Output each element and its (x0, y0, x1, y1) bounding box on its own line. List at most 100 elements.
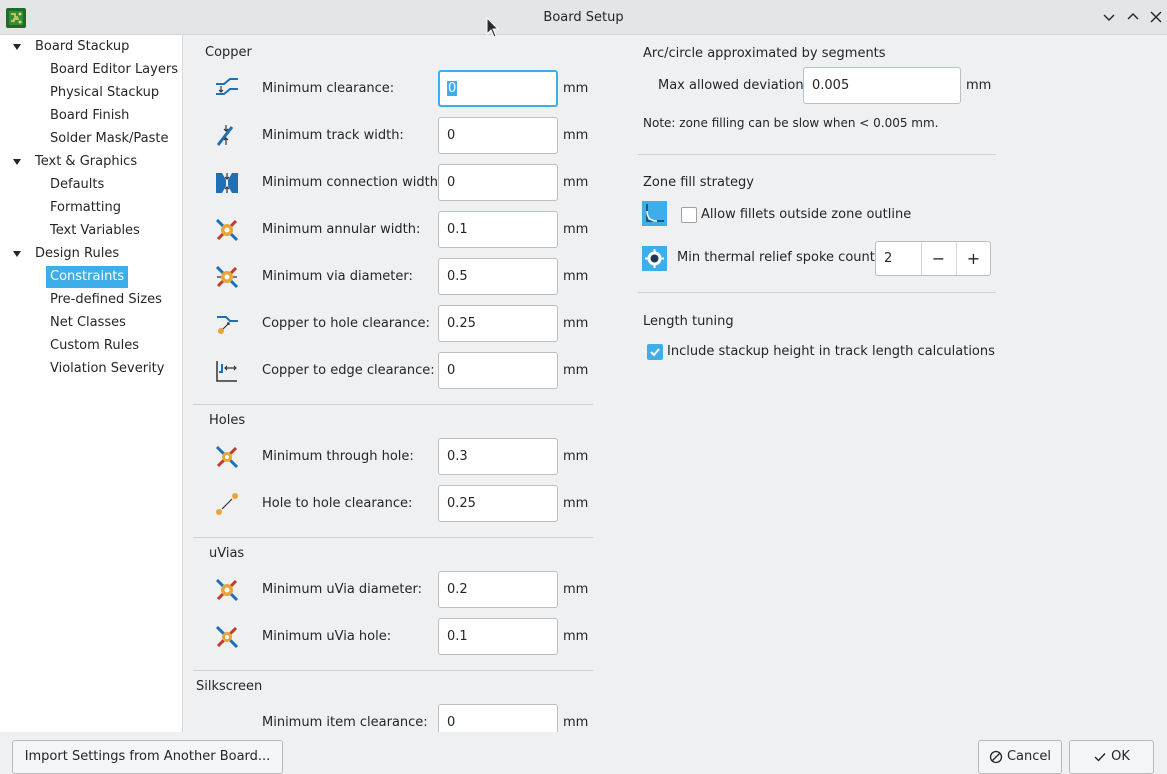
close-button[interactable] (1148, 9, 1164, 25)
check-icon (1094, 752, 1106, 762)
min-uvia-diameter-input[interactable]: 0.2 (438, 571, 558, 608)
hole-to-hole-icon (216, 493, 238, 515)
via-diameter-icon (215, 265, 239, 289)
tree-item-constraints[interactable]: Constraints (46, 266, 129, 288)
tree-item-physical-stackup[interactable]: Physical Stackup (46, 82, 163, 104)
min-uvia-hole-label: Minimum uVia hole: (262, 629, 392, 644)
unit-label: mm (563, 81, 589, 96)
arc-section-title: Arc/circle approximated by segments (643, 46, 886, 61)
unit-label: mm (563, 629, 589, 644)
unit-label: mm (563, 496, 589, 511)
unit-label: mm (563, 175, 589, 190)
maximize-button[interactable] (1125, 9, 1141, 25)
unit-label: mm (966, 78, 992, 93)
min-annular-width-label: Minimum annular width: (262, 222, 421, 237)
section-divider (638, 292, 996, 293)
silkscreen-section-title: Silkscreen (196, 679, 263, 694)
unit-label: mm (563, 449, 589, 464)
min-connection-width-input[interactable]: 0 (438, 164, 558, 201)
hole-to-hole-clearance-input[interactable]: 0.25 (438, 485, 558, 522)
expand-arrow-icon[interactable] (12, 157, 22, 167)
spoke-count-value[interactable]: 2 (884, 242, 892, 275)
settings-tree: Board Stackup Board Editor Layers Physic… (0, 35, 183, 732)
min-through-hole-input[interactable]: 0.3 (438, 438, 558, 475)
tree-item-formatting[interactable]: Formatting (46, 197, 125, 219)
min-connection-width-label: Minimum connection width: (262, 175, 443, 190)
section-divider (193, 670, 593, 671)
unit-label: mm (563, 363, 589, 378)
ok-label: OK (1111, 749, 1130, 764)
tree-item-custom-rules[interactable]: Custom Rules (46, 335, 143, 357)
min-via-diameter-input[interactable]: 0.5 (438, 258, 558, 295)
tree-item-predefined-sizes[interactable]: Pre-defined Sizes (46, 289, 166, 311)
min-uvia-hole-input[interactable]: 0.1 (438, 618, 558, 655)
edge-clearance-icon (216, 361, 237, 382)
ok-button[interactable]: OK (1069, 740, 1154, 774)
increment-button[interactable]: + (956, 242, 990, 275)
tree-item-board-stackup[interactable]: Board Stackup (31, 36, 133, 58)
through-hole-icon (215, 445, 239, 469)
cancel-button[interactable]: Cancel (978, 740, 1062, 774)
expand-arrow-icon[interactable] (12, 249, 22, 259)
unit-label: mm (563, 222, 589, 237)
section-divider (193, 537, 593, 538)
import-settings-button[interactable]: Import Settings from Another Board... (12, 740, 283, 774)
unit-label: mm (563, 715, 589, 730)
cancel-icon (989, 750, 1003, 763)
section-divider (638, 154, 996, 155)
zone-fill-note: Note: zone filling can be slow when < 0.… (643, 116, 939, 130)
min-item-clearance-input[interactable]: 0 (438, 704, 558, 732)
close-icon (1150, 11, 1162, 23)
tree-item-violation-severity[interactable]: Violation Severity (46, 358, 168, 380)
include-stackup-label: Include stackup height in track length c… (667, 344, 995, 359)
unit-label: mm (563, 316, 589, 331)
tree-item-text-variables[interactable]: Text Variables (46, 220, 144, 242)
min-clearance-value: 0 (447, 81, 458, 96)
max-deviation-label: Max allowed deviation: (658, 78, 808, 93)
tree-item-board-editor-layers[interactable]: Board Editor Layers (46, 59, 182, 81)
tree-item-net-classes[interactable]: Net Classes (46, 312, 130, 334)
min-via-diameter-label: Minimum via diameter: (262, 269, 413, 284)
tree-item-defaults[interactable]: Defaults (46, 174, 108, 196)
zone-fill-section-title: Zone fill strategy (643, 175, 754, 190)
unit-label: mm (563, 269, 589, 284)
tree-item-board-finish[interactable]: Board Finish (46, 105, 133, 127)
tree-item-text-graphics[interactable]: Text & Graphics (31, 151, 141, 173)
copper-to-edge-clearance-label: Copper to edge clearance: (262, 363, 435, 378)
min-clearance-label: Minimum clearance: (262, 81, 395, 96)
uvias-section-title: uVias (209, 546, 245, 561)
spoke-count-spinbox[interactable]: 2 − + (875, 241, 991, 276)
minimize-button[interactable] (1101, 9, 1117, 25)
track-width-icon (216, 125, 234, 146)
include-stackup-checkbox[interactable] (647, 344, 663, 360)
decrement-button[interactable]: − (921, 242, 955, 275)
allow-fillets-checkbox[interactable] (681, 207, 697, 223)
unit-label: mm (563, 582, 589, 597)
min-track-width-label: Minimum track width: (262, 128, 404, 143)
expand-arrow-icon[interactable] (12, 42, 22, 52)
section-divider (193, 404, 593, 405)
copper-to-hole-clearance-input[interactable]: 0.25 (438, 305, 558, 342)
hole-to-hole-clearance-label: Hole to hole clearance: (262, 496, 413, 511)
holes-section-title: Holes (209, 413, 246, 428)
spoke-count-label: Min thermal relief spoke count: (677, 250, 880, 265)
length-tuning-section-title: Length tuning (643, 314, 734, 329)
clearance-icon (216, 78, 238, 95)
thermal-relief-icon (642, 246, 667, 271)
min-clearance-input[interactable]: 0 (438, 70, 558, 107)
copper-to-hole-clearance-label: Copper to hole clearance: (262, 316, 430, 331)
min-track-width-input[interactable]: 0 (438, 117, 558, 154)
chevron-down-icon (1103, 14, 1115, 21)
tree-item-design-rules[interactable]: Design Rules (31, 243, 123, 265)
max-deviation-input[interactable]: 0.005 (803, 67, 961, 104)
checkmark-icon (650, 348, 660, 357)
tree-item-solder-mask-paste[interactable]: Solder Mask/Paste (46, 128, 173, 150)
mouse-cursor-icon (486, 17, 500, 38)
copper-to-edge-clearance-input[interactable]: 0 (438, 352, 558, 389)
min-annular-width-input[interactable]: 0.1 (438, 211, 558, 248)
min-uvia-diameter-label: Minimum uVia diameter: (262, 582, 423, 597)
cancel-label: Cancel (1006, 749, 1052, 764)
min-through-hole-label: Minimum through hole: (262, 449, 414, 464)
allow-fillets-label: Allow fillets outside zone outline (701, 207, 912, 222)
connection-width-icon (216, 173, 238, 193)
